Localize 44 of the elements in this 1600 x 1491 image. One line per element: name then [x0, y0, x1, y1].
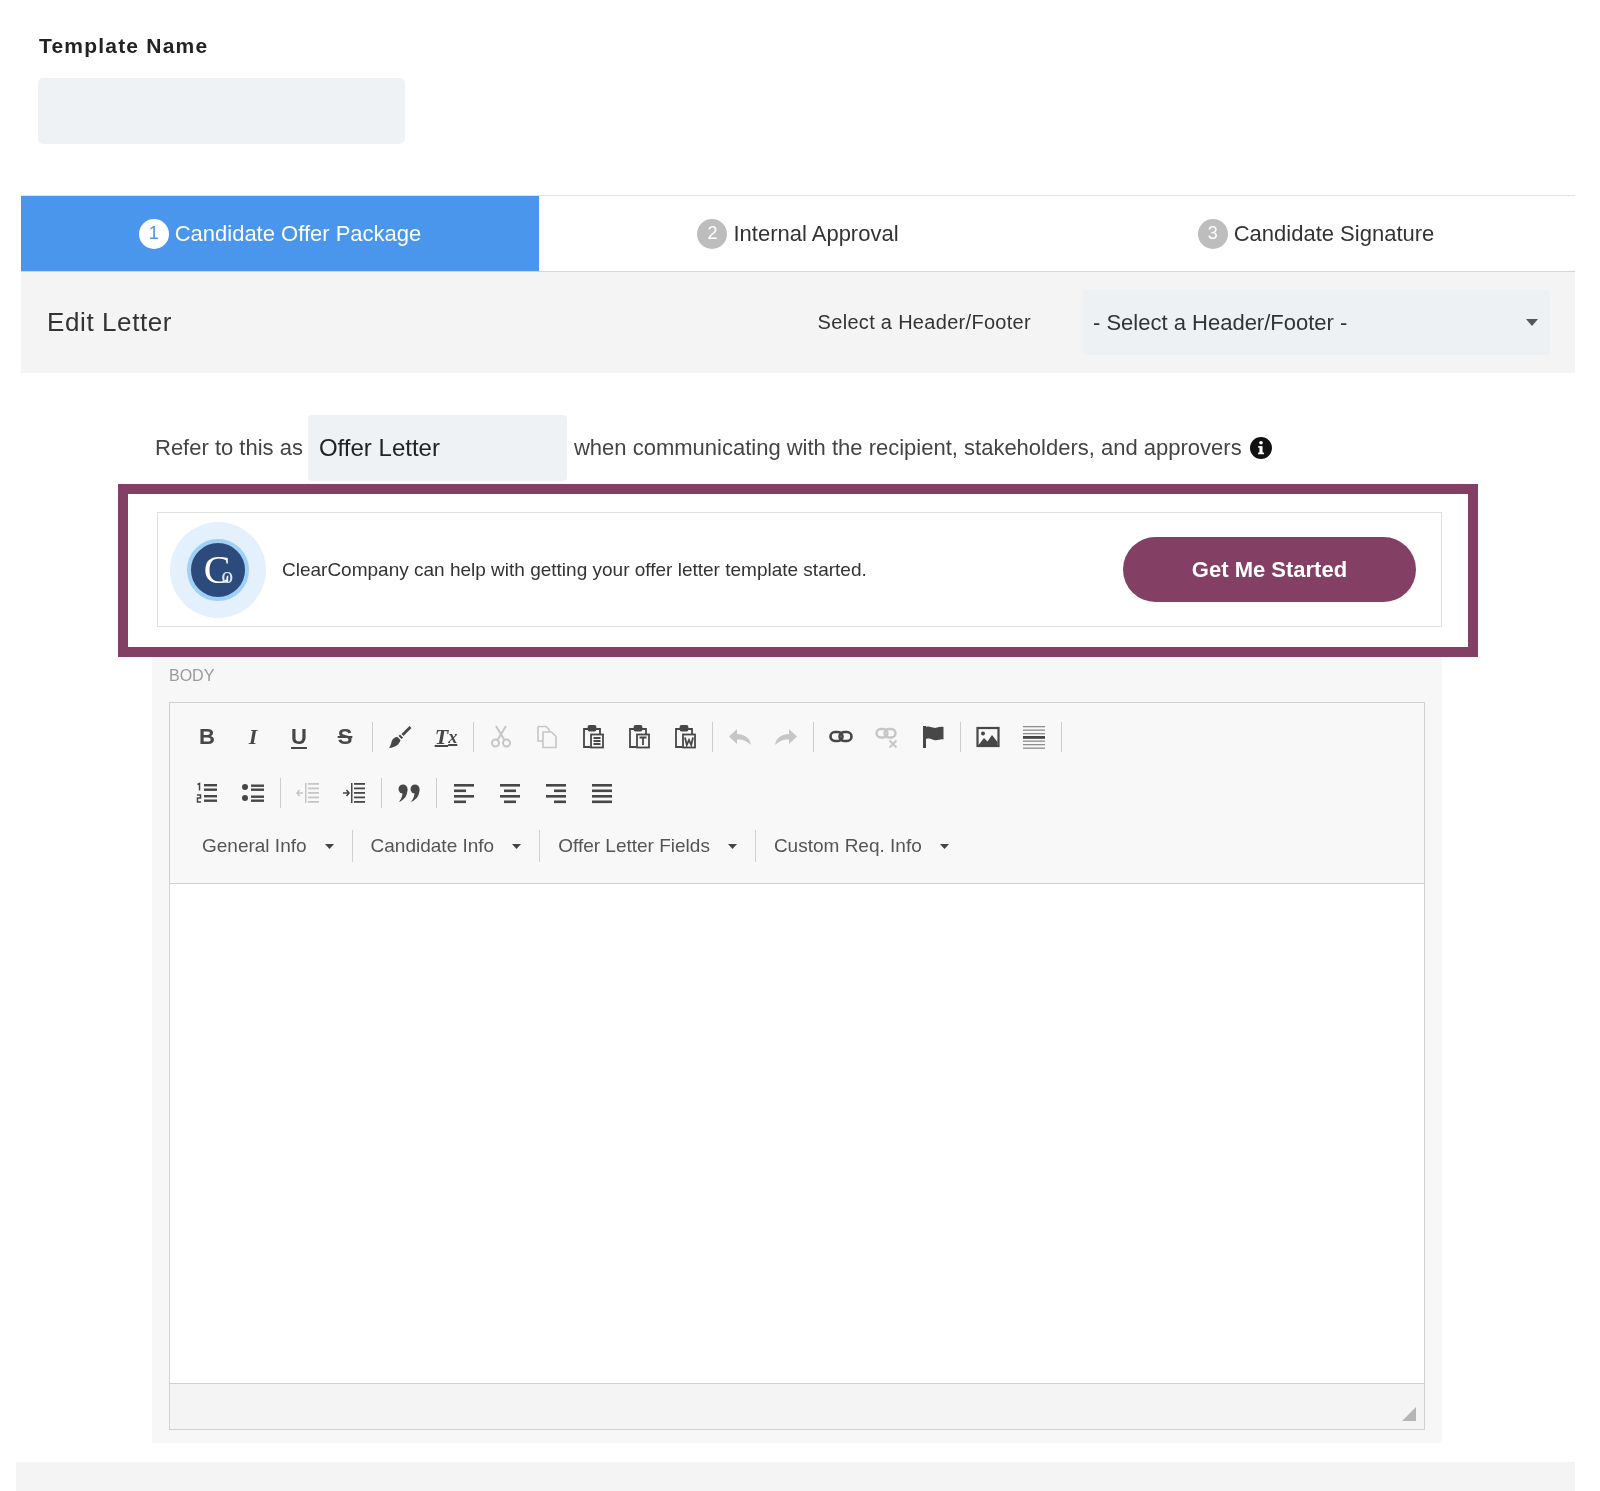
caret-icon[interactable] — [1526, 319, 1538, 326]
section-title: Edit Letter — [47, 307, 173, 338]
flag-icon[interactable] — [921, 725, 945, 749]
align-right-icon[interactable] — [544, 781, 568, 805]
banner-message: ClearCompany can help with getting your offer letter template started. — [282, 558, 867, 581]
company-logo: Co — [170, 521, 266, 618]
step-number: 1 — [138, 218, 169, 249]
letter-name-input[interactable]: Offer Letter — [307, 415, 567, 481]
step-number: 3 — [1197, 218, 1228, 249]
justify-icon[interactable] — [590, 781, 614, 805]
template-name-label: Template Name — [39, 34, 209, 58]
caret-icon[interactable] — [324, 843, 334, 849]
get-started-button[interactable]: Get Me Started — [1123, 537, 1416, 602]
bold-button[interactable]: B — [184, 717, 230, 757]
bulleted-list-icon[interactable] — [241, 781, 265, 805]
header-footer-label: Select a Header/Footer — [817, 311, 1031, 334]
numbered-list-icon[interactable] — [195, 781, 219, 805]
strikethrough-button[interactable]: S — [322, 717, 368, 757]
image-icon[interactable] — [976, 725, 1000, 749]
caret-icon[interactable] — [727, 843, 737, 849]
brush-icon[interactable] — [388, 725, 412, 749]
step-number: 2 — [697, 218, 728, 249]
caret-icon[interactable] — [939, 843, 949, 849]
clipboard-icon[interactable] — [673, 725, 697, 749]
clipboard-icon[interactable] — [627, 725, 651, 749]
italic-button[interactable]: I — [230, 717, 276, 757]
field-dropdown[interactable]: Custom Req. Info — [755, 828, 967, 864]
indent-icon[interactable] — [342, 781, 366, 805]
header-footer-select[interactable]: - Select a Header/Footer - — [1083, 290, 1550, 355]
info-icon[interactable] — [1249, 437, 1272, 459]
body-label: BODY — [169, 666, 215, 686]
refer-label: Refer to this as — [155, 435, 303, 461]
underline-button[interactable]: U — [276, 717, 322, 757]
horizontal-line-icon[interactable] — [1022, 725, 1046, 749]
field-dropdown[interactable]: General Info — [184, 828, 352, 864]
clipboard-icon[interactable] — [581, 725, 605, 749]
resize-grip-icon[interactable] — [1402, 1407, 1416, 1421]
editor-field[interactable] — [170, 884, 1424, 1383]
refer-description: when communicating with the recipient, stakeholders, and approvers — [573, 435, 1242, 461]
field-dropdown[interactable]: Offer Letter Fields — [540, 828, 755, 864]
align-left-icon[interactable] — [452, 781, 476, 805]
align-center-icon[interactable] — [498, 781, 522, 805]
field-dropdown[interactable]: Candidate Info — [352, 828, 540, 864]
caret-icon[interactable] — [512, 843, 522, 849]
